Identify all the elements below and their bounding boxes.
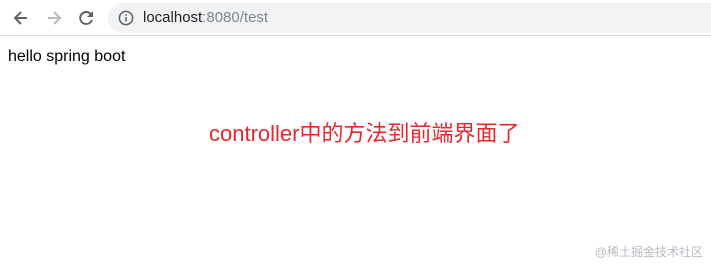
url-host: localhost bbox=[143, 9, 203, 26]
watermark-text: @稀土掘金技术社区 bbox=[594, 245, 703, 259]
page-body-text: hello spring boot bbox=[8, 48, 126, 65]
reload-button[interactable] bbox=[76, 8, 96, 28]
reload-icon bbox=[79, 10, 93, 25]
url-text[interactable]: localhost:8080/test bbox=[143, 9, 268, 27]
browser-toolbar: localhost:8080/test bbox=[0, 0, 711, 36]
address-bar[interactable]: localhost:8080/test bbox=[108, 3, 711, 33]
arrow-left-icon bbox=[13, 11, 27, 25]
back-button[interactable] bbox=[11, 8, 31, 28]
info-circle-icon[interactable] bbox=[118, 10, 134, 26]
url-port-path: :8080/test bbox=[202, 9, 269, 26]
forward-button[interactable] bbox=[44, 8, 64, 28]
arrow-right-icon bbox=[48, 11, 62, 25]
annotation-text: controller中的方法到前端界面了 bbox=[209, 121, 520, 146]
